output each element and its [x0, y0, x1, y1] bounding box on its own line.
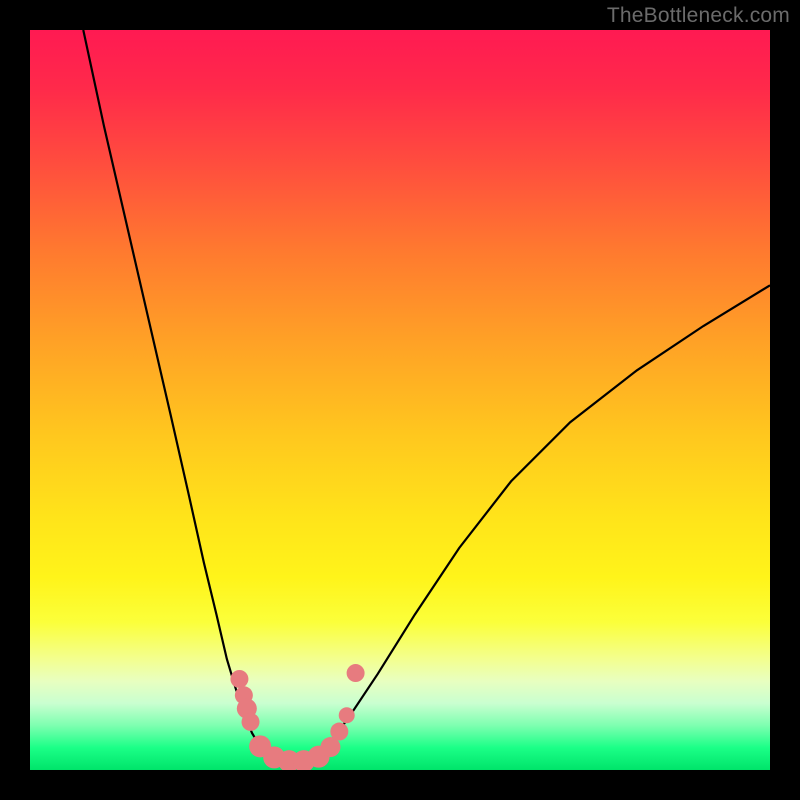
watermark-label: TheBottleneck.com — [607, 4, 790, 28]
chart-frame: TheBottleneck.com — [0, 0, 800, 800]
data-dot — [230, 670, 248, 688]
data-dot — [339, 707, 355, 723]
curve-svg — [30, 30, 770, 770]
data-dot — [330, 723, 348, 741]
data-dot — [347, 664, 365, 682]
dots-group — [230, 664, 364, 770]
data-dot — [242, 713, 260, 731]
plot-area — [30, 30, 770, 770]
left-branch-path — [83, 30, 270, 759]
right-branch-path — [326, 285, 770, 748]
